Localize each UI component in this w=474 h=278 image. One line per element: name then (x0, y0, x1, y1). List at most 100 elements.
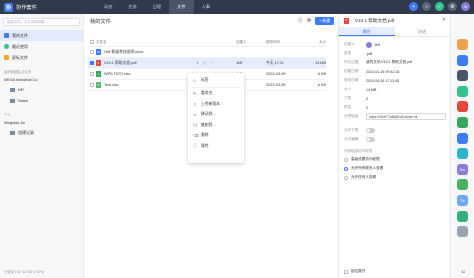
row-checkbox[interactable] (90, 61, 94, 65)
nav-item-tasks[interactable]: 任务 (120, 0, 144, 14)
sidebar-folder-records[interactable]: 组建记录 (0, 127, 83, 138)
sidebar-folder-sales[interactable]: Sales (0, 95, 83, 106)
column-header-size[interactable]: 大小 (306, 40, 326, 45)
grid-view-icon[interactable]: ▦ (306, 17, 313, 23)
prop-label: 下载 (344, 96, 352, 100)
menu-item-rename[interactable]: ✎ 重命名 (188, 89, 244, 100)
access-section-title: 外部链接访问权限 (344, 148, 372, 153)
add-icon[interactable]: + (409, 2, 418, 11)
row-checkbox[interactable] (90, 50, 94, 54)
sidebar-person-name[interactable]: Mingxiao Jin (0, 119, 83, 127)
app-rail: Bo Ta AI (450, 14, 474, 278)
page-title: 我的文件 (90, 19, 111, 25)
app-icon-crm[interactable] (457, 179, 468, 191)
table-row[interactable]: P V10.1 帮助文档.pdf ⇩ ⓘ ⋯ Jeff 今天 17:11 14 M… (88, 58, 326, 69)
sidebar-item-starred[interactable]: 星标文件 (0, 52, 83, 63)
prop-type: 类型 .pdf (339, 49, 450, 58)
radio-button[interactable] (344, 175, 348, 180)
sidebar-folder-label: HR (18, 87, 24, 92)
new-button[interactable]: + 新建 (315, 17, 334, 25)
nav-item-files[interactable]: 文件 (169, 0, 194, 14)
menu-item-label: 上传新版本 (201, 101, 220, 106)
tab-properties[interactable]: 属性 (339, 27, 395, 36)
prop-label: 分享链接 (344, 114, 359, 118)
menu-item-copy[interactable]: ❐ 复制到... (188, 120, 244, 131)
panel-footer: 锁住展开 (344, 269, 365, 274)
star-icon (4, 55, 9, 60)
row-checkbox[interactable] (90, 83, 94, 87)
pin-checkbox[interactable] (344, 269, 348, 274)
sidebar-item-recent[interactable]: 最近使用 (0, 41, 83, 52)
info-icon[interactable]: ⓘ (203, 61, 207, 66)
menu-item-move[interactable]: ▭ 移动到... (188, 110, 244, 121)
storage-usage: 已使用 0 B / 10 GB (0.00%) (4, 270, 45, 274)
file-name: V10.1 帮助文档.pdf (104, 60, 137, 65)
radio-anyone[interactable]: 允许任何人查看 (339, 173, 450, 182)
app-icon-drive[interactable] (457, 70, 468, 82)
app-icon-calendar[interactable] (457, 39, 468, 50)
app-icon-more[interactable] (457, 226, 468, 238)
nav-item-calendar[interactable]: 日程 (145, 0, 169, 14)
app-icon-docs[interactable] (457, 132, 468, 144)
user-avatar[interactable]: Je (461, 2, 470, 11)
nav-item-feed[interactable]: 动态 (96, 0, 120, 14)
column-header-owner[interactable]: 创建人 (236, 40, 266, 45)
avatar (366, 41, 372, 48)
app-icon-meeting[interactable] (457, 148, 468, 160)
sidebar-item-label: 我的文件 (12, 32, 28, 38)
app-icon-ta[interactable]: Ta (457, 194, 468, 206)
app-logo-icon[interactable]: 协 (4, 2, 13, 12)
sidebar-org-name[interactable]: MEGA Industrial Co. (0, 76, 83, 84)
column-header-name[interactable]: 文件名 (96, 40, 196, 45)
allow-download-toggle[interactable] (366, 128, 375, 133)
nav-item-hr[interactable]: 人事 (194, 0, 218, 14)
sidebar-search-input[interactable]: 搜索文件、文件夹和同事 (3, 18, 80, 26)
app-icon-messages[interactable] (457, 54, 468, 66)
tab-history[interactable]: 历史 (395, 27, 451, 36)
file-owner: Jeff (236, 61, 243, 65)
menu-item-properties[interactable]: ⓘ 属性 (188, 141, 244, 152)
radio-button[interactable] (344, 166, 348, 171)
panel-footer-label: 锁住展开 (351, 269, 366, 273)
app-icon-mail[interactable] (457, 101, 468, 113)
app-icon-approval[interactable] (457, 116, 468, 128)
folder-icon (10, 130, 15, 135)
row-checkbox[interactable] (90, 72, 94, 76)
menu-item-upload-version[interactable]: ⇧ 上传新版本 (188, 99, 244, 110)
ai-assistant-icon[interactable]: AI (451, 269, 474, 274)
radio-contacts[interactable]: 允许所有联系人查看 (339, 164, 450, 173)
prop-value: 2024-01-26 09:42:26 (366, 69, 400, 74)
more-icon[interactable]: ⋯ (211, 61, 215, 66)
app-icon-bo[interactable]: Bo (457, 163, 468, 175)
tag-icon: ◇ (193, 77, 197, 83)
word-file-icon: W (96, 49, 101, 55)
radio-label: 高级设置访问权限 (351, 157, 380, 161)
close-icon[interactable]: ✕ (442, 17, 446, 23)
allow-edit-toggle[interactable] (366, 137, 375, 142)
sidebar-item-my-files[interactable]: 我的文件 (0, 30, 83, 41)
info-icon[interactable]: i (297, 17, 304, 23)
folder-icon (10, 98, 15, 103)
radio-button[interactable] (344, 157, 348, 162)
download-icon[interactable]: ⇩ (196, 61, 199, 66)
context-menu: ◇ 标签 ✎ 重命名 ⇧ 上传新版本 ▭ 移动到... ❐ 复制到... ⌫ 删除 ⓘ 属性 (188, 73, 244, 163)
menu-item-label: 重命名 (201, 91, 213, 96)
menu-item-tag[interactable]: ◇ 标签 (188, 75, 244, 86)
column-header-date[interactable]: 修改时间 (266, 40, 306, 45)
share-link-field[interactable]: https://h1bf774d8d61a5.share.mi (366, 113, 446, 120)
bell-icon[interactable]: ♪ (422, 2, 431, 11)
gear-icon[interactable]: ⚙ (448, 2, 457, 11)
table-row[interactable]: W HAF职级考核说明.docx (88, 47, 326, 58)
main-header-actions: i ▦ + 新建 (297, 17, 334, 25)
pdf-file-icon: P (344, 17, 349, 24)
select-all-checkbox[interactable] (90, 40, 94, 44)
radio-advanced[interactable]: 高级设置访问权限 (339, 155, 450, 164)
check-icon[interactable]: ✓ (435, 2, 444, 11)
sidebar-folder-hr[interactable]: HR (0, 84, 83, 95)
app-icon-tasks[interactable] (457, 85, 468, 97)
menu-item-delete[interactable]: ⌫ 删除 (188, 131, 244, 142)
file-name: Test.xlsx (104, 83, 119, 87)
top-right-actions: + ♪ ✓ ⚙ Je (409, 2, 470, 11)
prop-label: 大小 (344, 87, 352, 91)
app-icon-report[interactable] (457, 210, 468, 222)
